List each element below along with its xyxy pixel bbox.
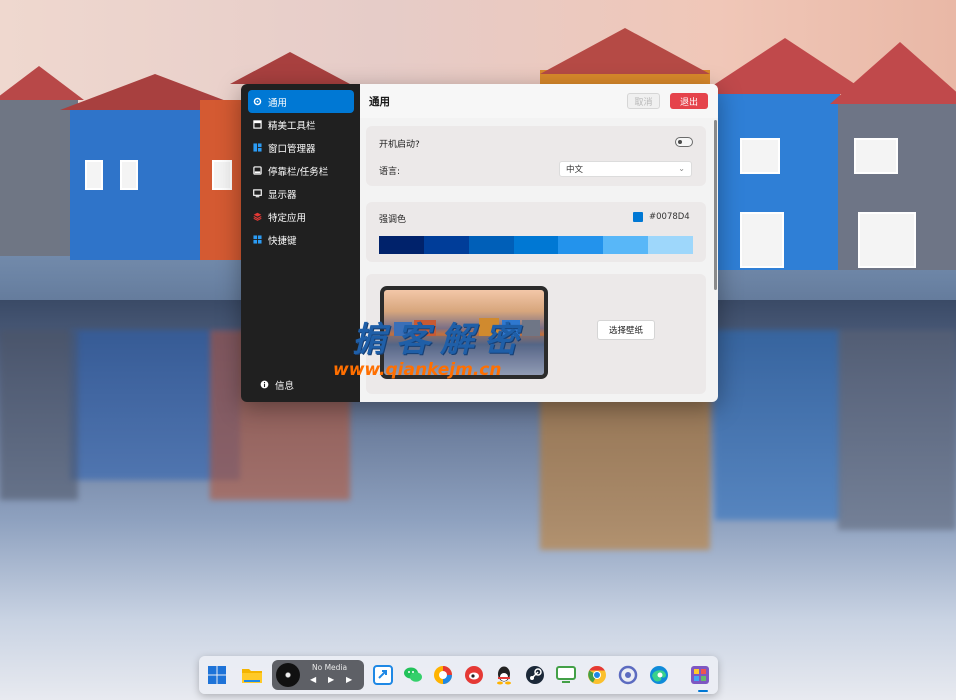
edge-button[interactable] [647, 663, 671, 687]
house-window [854, 138, 898, 174]
sidebar-item-label: 信息 [275, 380, 295, 392]
gear-icon [253, 97, 262, 106]
startup-toggle[interactable] [675, 137, 693, 147]
content-scrollbar[interactable] [714, 120, 717, 290]
media-player-widget[interactable]: No Media ◀ ▶ ▶ [272, 660, 364, 690]
sidebar-item-dock-taskbar[interactable]: 停靠栏/任务栏 [248, 159, 354, 182]
house-window [212, 160, 232, 190]
sidebar-item-window-manager[interactable]: 窗口管理器 [248, 136, 354, 159]
folder-icon [242, 669, 262, 683]
wechat-icon [404, 667, 422, 682]
language-select[interactable]: 中文 ⌄ [559, 161, 692, 177]
watermark-title: 掮客解密 [352, 320, 528, 360]
cancel-button[interactable]: 取消 [627, 93, 660, 109]
sidebar-item-label: 窗口管理器 [268, 143, 316, 155]
qq-icon [497, 666, 511, 685]
steam-button[interactable] [523, 663, 547, 687]
startup-label: 开机启动? [379, 140, 420, 150]
reflection-gray-right [838, 330, 956, 530]
sidebar-item-label: 特定应用 [268, 212, 307, 224]
palette-shade[interactable] [558, 236, 604, 254]
layers-icon [253, 212, 262, 221]
palette-shade[interactable] [603, 236, 649, 254]
sidebar-item-label: 精美工具栏 [268, 120, 316, 132]
monitor-icon [253, 189, 262, 198]
sidebar-item-label: 显示器 [268, 189, 297, 201]
palette-shade[interactable] [468, 236, 514, 254]
sidebar-item-shortcuts[interactable]: 快捷键 [248, 228, 354, 251]
colorful-app-button[interactable] [431, 663, 455, 687]
gallery-icon [691, 666, 709, 684]
circle-app-icon [618, 665, 638, 685]
chevron-down-icon: ⌄ [678, 164, 685, 173]
house-window [740, 212, 784, 268]
remote-icon [373, 665, 393, 685]
sidebar-item-display[interactable]: 显示器 [248, 182, 354, 205]
select-wallpaper-button[interactable]: 选择壁纸 [597, 320, 655, 340]
accent-palette [379, 236, 694, 254]
sidebar-item-label: 停靠栏/任务栏 [268, 166, 329, 178]
dock-icon [253, 166, 262, 175]
window-icon [253, 120, 262, 129]
general-card: 开机启动? 语言: 中文 ⌄ [366, 126, 706, 186]
sidebar-item-label: 快捷键 [268, 235, 297, 247]
chrome-like-icon [434, 666, 452, 684]
roof-gray-right [830, 42, 956, 104]
palette-shade[interactable] [513, 236, 559, 254]
play-icon[interactable]: ▶ [328, 675, 334, 684]
house-window [85, 160, 103, 190]
roof-orange [230, 52, 350, 84]
circle-app-button[interactable] [616, 663, 640, 687]
page-title: 通用 [369, 95, 390, 108]
reflection-gray-left [0, 330, 78, 500]
edge-icon [650, 666, 668, 684]
chrome-button[interactable] [585, 663, 609, 687]
accent-color-hex: #0078D4 [649, 212, 690, 222]
monitor-app-icon [556, 666, 576, 683]
previous-icon[interactable]: ◀ [310, 675, 316, 684]
house-window [120, 160, 138, 190]
palette-shade[interactable] [648, 236, 694, 254]
qq-button[interactable] [492, 663, 516, 687]
info-icon [260, 380, 269, 389]
accent-color-swatch[interactable] [633, 212, 643, 222]
house-window [858, 212, 916, 268]
weibo-button[interactable] [462, 663, 486, 687]
exit-button[interactable]: 退出 [670, 93, 708, 109]
vinyl-disc-icon [276, 663, 300, 687]
house-window [740, 138, 780, 174]
next-icon[interactable]: ▶ [346, 675, 352, 684]
roof-yellow [540, 28, 710, 74]
start-button[interactable] [205, 663, 229, 687]
palette-shade[interactable] [379, 236, 424, 254]
wechat-button[interactable] [401, 663, 425, 687]
apps-icon [253, 235, 262, 244]
media-title: No Media [312, 663, 348, 672]
reflection-blue-right [715, 330, 840, 520]
file-explorer-button[interactable] [240, 663, 264, 687]
sidebar-item-label: 通用 [268, 97, 288, 109]
accent-label: 强调色 [379, 215, 407, 225]
sidebar-item-specific-apps[interactable]: 特定应用 [248, 205, 354, 228]
language-label: 语言: [379, 167, 401, 177]
content-header: 通用 [360, 84, 718, 118]
watermark-url: www.qiankejm.cn [333, 360, 502, 380]
steam-icon [526, 666, 544, 684]
sidebar: 通用 精美工具栏 窗口管理器 停靠栏/任务栏 显示器 特定应用 快捷键 信息 [241, 84, 360, 402]
dock: No Media ◀ ▶ ▶ [199, 656, 718, 694]
accent-card: 强调色 #0078D4 [366, 202, 706, 262]
monitor-app-button[interactable] [554, 663, 578, 687]
language-value: 中文 [566, 165, 584, 175]
palette-shade[interactable] [423, 236, 469, 254]
house-gray-left [0, 96, 78, 256]
grid-icon [253, 143, 262, 152]
chrome-icon [588, 666, 606, 684]
windows-start-icon [208, 666, 226, 684]
sidebar-item-toolbar[interactable]: 精美工具栏 [248, 113, 354, 136]
sidebar-item-general[interactable]: 通用 [248, 90, 354, 113]
running-indicator [698, 690, 708, 692]
gallery-app-button[interactable] [688, 663, 712, 687]
remote-app-button[interactable] [371, 663, 395, 687]
weibo-icon [465, 666, 483, 684]
